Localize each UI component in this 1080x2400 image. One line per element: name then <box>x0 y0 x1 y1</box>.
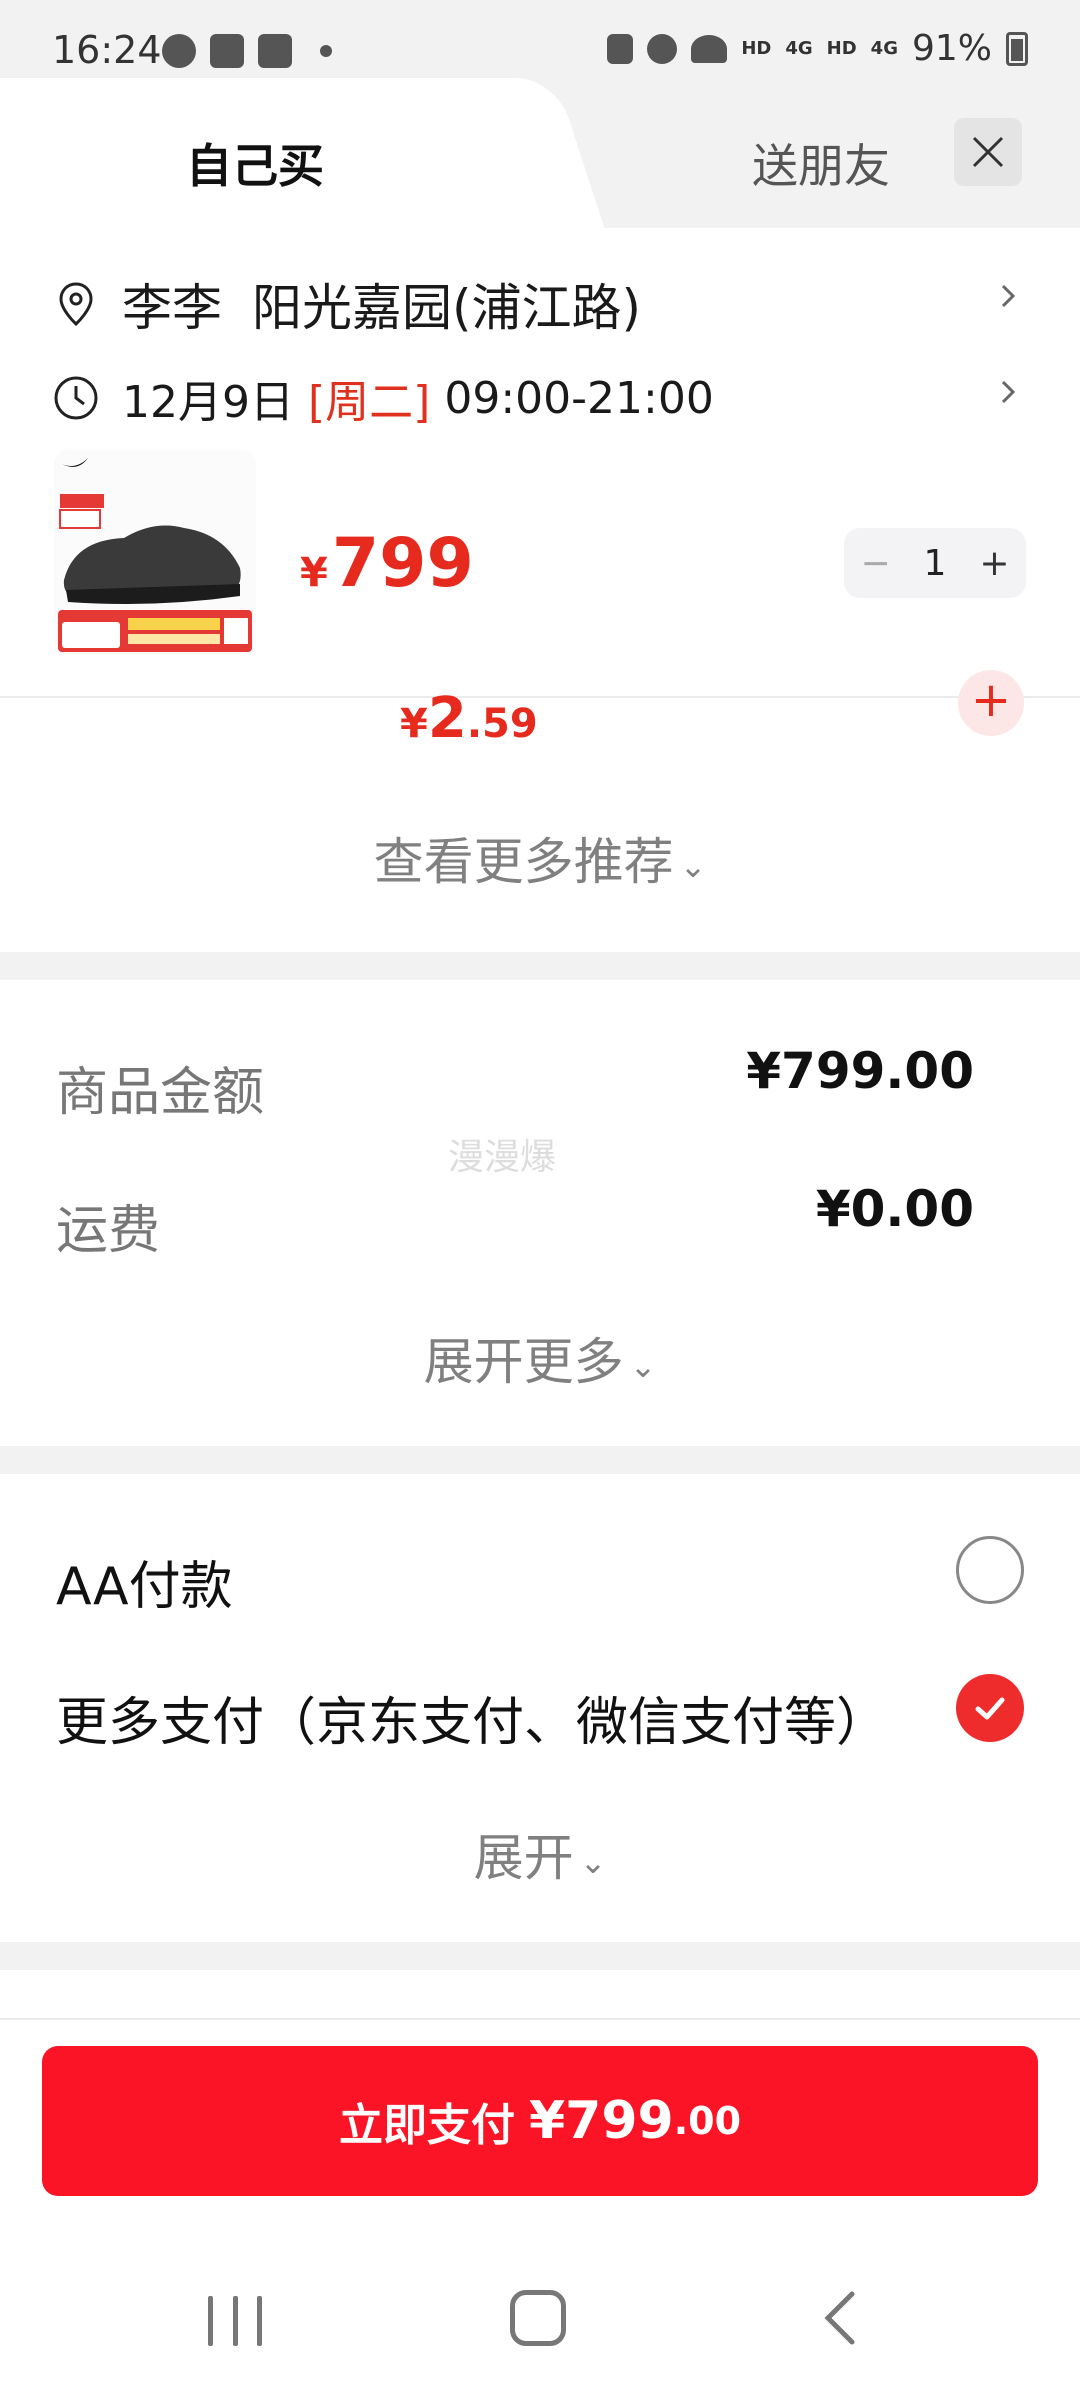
clock-app-icon <box>258 34 292 68</box>
delivery-time-row[interactable]: 12月9日 [周二] 09:00-21:00 <box>52 366 714 430</box>
recommend-price-symbol: ¥ <box>400 701 428 747</box>
see-more-recommendations[interactable]: 查看更多推荐 ⌄ <box>0 822 1080 894</box>
section-gap <box>0 952 1080 980</box>
order-type-tabs: 自己买 送朋友 <box>0 78 1080 228</box>
expand-more-label: 展开更多 <box>423 1333 624 1391</box>
battery-percent: 91% <box>911 28 992 69</box>
quantity-value[interactable]: 1 <box>924 543 947 584</box>
close-icon <box>972 136 1004 168</box>
pay-now-decimals: .00 <box>673 2099 742 2143</box>
clock-icon <box>54 376 98 420</box>
recent-apps-icon[interactable] <box>208 2296 262 2346</box>
see-more-label: 查看更多推荐 <box>373 833 674 891</box>
checkmark-icon <box>975 1697 1005 1720</box>
goods-amount-label: 商品金额 <box>56 1063 265 1123</box>
chevron-down-icon: ⌄ <box>629 1346 657 1385</box>
section-gap <box>0 1942 1080 1970</box>
hd-label: HD <box>741 38 772 59</box>
goods-amount-value: ¥799.00 <box>746 1042 974 1100</box>
address-row[interactable]: 李李 阳光嘉园(浦江路) <box>52 268 641 340</box>
signal-4g-icon-2: 4G <box>870 38 898 59</box>
hd-label-2: HD <box>826 38 857 59</box>
product-price-value: 799 <box>331 524 474 603</box>
gallery-icon <box>210 34 244 68</box>
recommend-price-int: 2 <box>427 686 467 751</box>
signal-4g-icon: 4G <box>785 38 813 59</box>
home-icon[interactable] <box>510 2290 566 2346</box>
tab-self-buy-label[interactable]: 自己买 <box>186 130 324 196</box>
time-chevron-right-icon[interactable] <box>994 378 1022 406</box>
aa-payment-radio[interactable] <box>956 1536 1024 1604</box>
pay-now-amount: ¥799 <box>528 2091 674 2151</box>
more-payment-label[interactable]: 更多支付（京东支付、微信支付等） <box>56 1680 888 1755</box>
quantity-stepper: − 1 + <box>844 528 1026 598</box>
system-nav-bar <box>0 2240 1080 2400</box>
product-price: ¥799 <box>300 524 474 603</box>
shipping-label: 运费 <box>56 1201 161 1261</box>
divider <box>0 696 1080 698</box>
product-image[interactable] <box>54 450 256 655</box>
location-pin-icon <box>59 282 93 327</box>
aa-payment-label[interactable]: AA付款 <box>56 1544 233 1619</box>
section-gap <box>0 1446 1080 1474</box>
receiver-name: 李李 <box>122 279 222 337</box>
wechat-icon <box>162 34 196 68</box>
system-status-icons: HD 4G HD 4G 91% <box>607 28 1028 69</box>
chevron-down-icon: ⌄ <box>579 1842 607 1881</box>
recommend-price-decimals: .59 <box>466 701 538 747</box>
bottom-bar-divider <box>0 2018 1080 2020</box>
chevron-down-icon: ⌄ <box>679 846 707 885</box>
back-icon[interactable] <box>820 2288 860 2348</box>
decrease-quantity-button[interactable]: − <box>860 543 890 584</box>
battery-icon <box>1006 31 1028 66</box>
address-chevron-right-icon[interactable] <box>994 282 1022 310</box>
shipping-value: ¥0.00 <box>815 1180 974 1238</box>
status-time: 16:24 <box>52 28 162 72</box>
delivery-weekday: [周二] <box>307 377 431 428</box>
pay-now-label: 立即支付 <box>338 2100 515 2151</box>
expand-more-fees[interactable]: 展开更多 ⌄ <box>0 1322 1080 1394</box>
delivery-address: 阳光嘉园(浦江路) <box>252 279 642 337</box>
tab-gift-label[interactable]: 送朋友 <box>752 130 890 196</box>
notification-icons <box>162 34 332 68</box>
pay-now-button[interactable]: 立即支付 ¥799.00 <box>42 2046 1038 2196</box>
product-price-symbol: ¥ <box>300 550 328 596</box>
close-button[interactable] <box>954 118 1022 186</box>
sneaker-image-icon <box>58 458 252 652</box>
more-notifications-dot-icon <box>320 45 332 57</box>
add-recommend-button[interactable]: + <box>958 670 1024 736</box>
watermark-text: 漫漫爆 <box>448 1137 557 1178</box>
delivery-time-range: 09:00-21:00 <box>444 372 714 424</box>
delivery-date: 12月9日 <box>122 377 294 428</box>
expand-payment-methods[interactable]: 展开 ⌄ <box>0 1818 1080 1890</box>
alarm-icon <box>647 33 678 64</box>
more-payment-radio[interactable] <box>956 1674 1024 1742</box>
battery-saver-icon <box>607 33 634 64</box>
recommend-item-price: ¥2.59 <box>400 686 538 751</box>
wifi-icon <box>691 34 728 63</box>
increase-quantity-button[interactable]: + <box>979 543 1009 584</box>
expand-payment-label: 展开 <box>473 1829 574 1887</box>
